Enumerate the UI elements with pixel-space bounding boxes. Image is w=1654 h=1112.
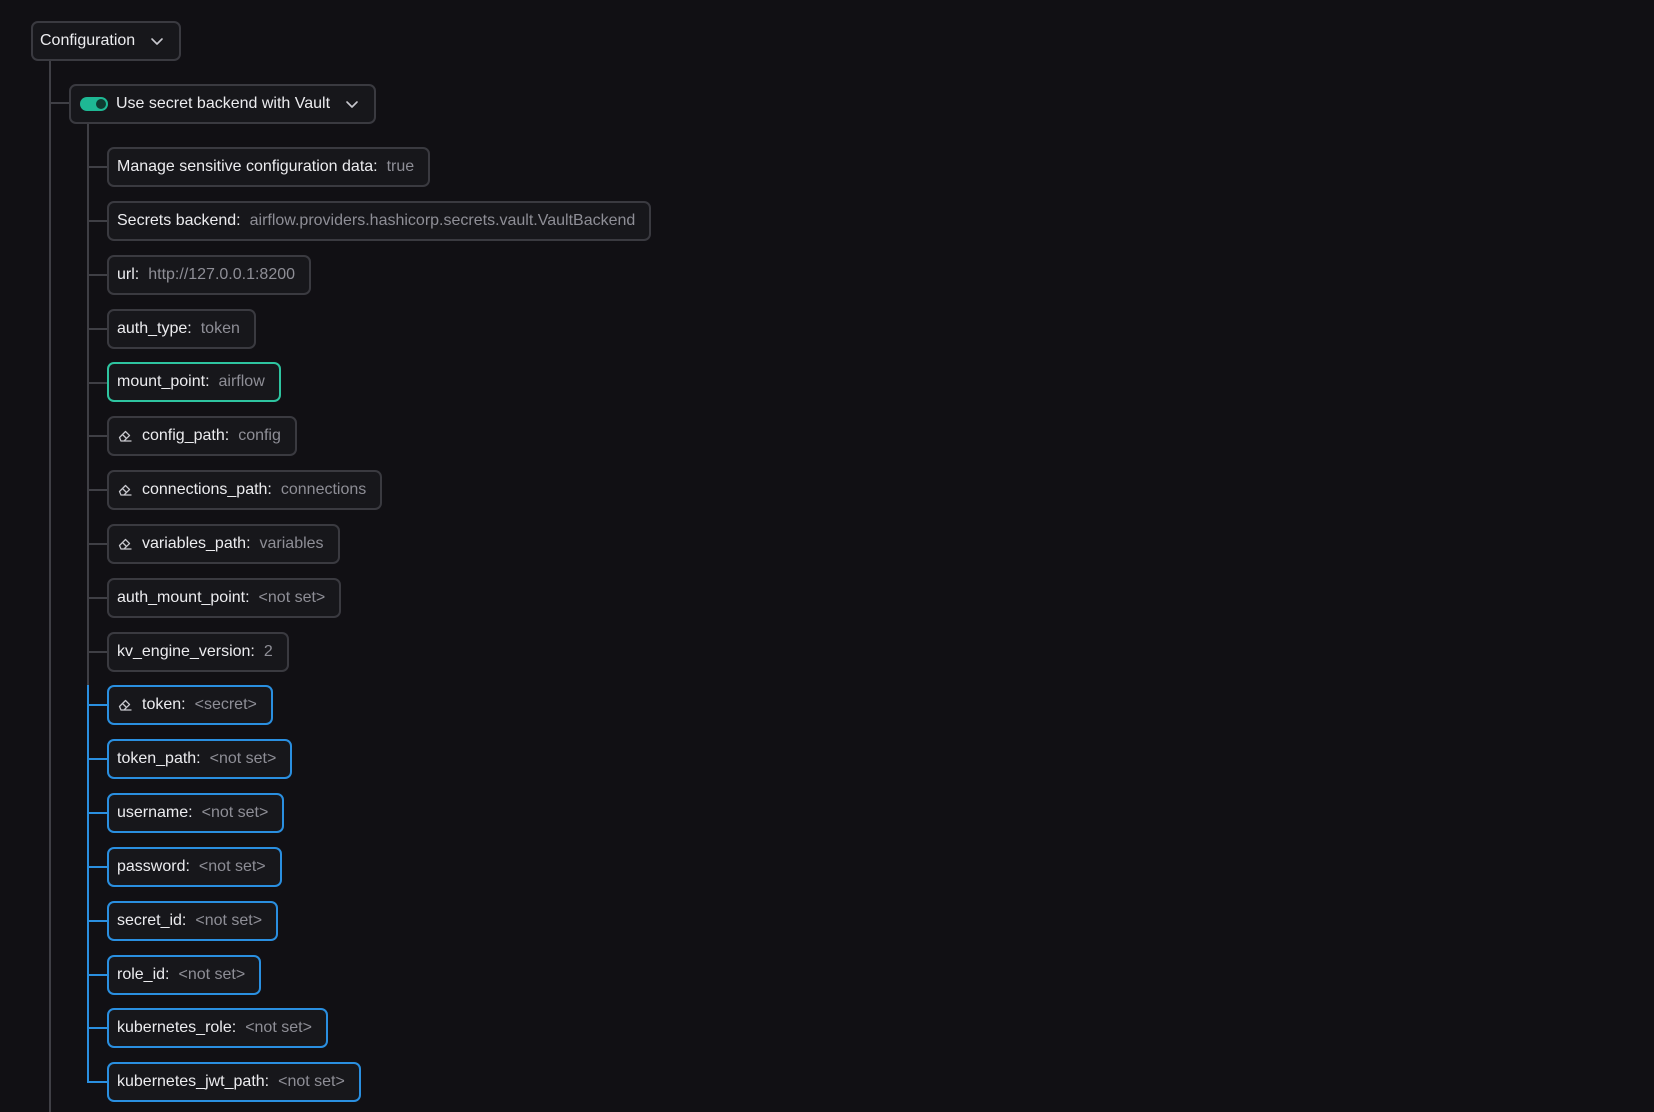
eraser-icon[interactable] [117,482,133,498]
tree-connector-highlight [87,974,107,976]
setting-config-path[interactable]: config_path: config [107,416,297,456]
tree-connector-highlight [87,812,107,814]
setting-label: auth_type: [117,320,192,337]
config-tree: Configuration Use secret backend with Va… [0,0,1654,1112]
tree-connector-highlight [87,704,107,706]
tree-connector-highlight [87,685,89,1082]
setting-role-id[interactable]: role_id: <not set> [107,955,262,995]
setting-label: secret_id: [117,912,187,929]
setting-label: username: [117,804,193,821]
setting-label: kubernetes_role: [117,1019,237,1036]
setting-value: <not set> [201,804,269,821]
setting-value: <not set> [209,750,277,767]
setting-value: airflow.providers.hashicorp.secrets.vaul… [249,212,636,229]
tree-connector-highlight [87,758,107,760]
tree-connector [87,220,107,222]
setting-value: 2 [263,643,273,660]
eraser-icon[interactable] [117,697,133,713]
setting-label: kv_engine_version: [117,643,255,660]
setting-label: auth_mount_point: [117,589,250,606]
setting-auth-type[interactable]: auth_type: token [107,309,256,349]
vault-backend-group[interactable]: Use secret backend with Vault [69,84,377,124]
setting-connections-path[interactable]: connections_path: connections [107,470,383,510]
tree-connector [87,382,107,384]
setting-value: <not set> [258,589,326,606]
configuration-label: Configuration [40,32,136,49]
tree-connector-highlight [87,920,107,922]
setting-auth-mount-point[interactable]: auth_mount_point: <not set> [107,578,342,618]
tree-connector [49,102,69,104]
tree-connector [87,166,107,168]
setting-kubernetes-jwt-path[interactable]: kubernetes_jwt_path: <not set> [107,1062,361,1102]
setting-value: true [386,158,415,175]
setting-value: <not set> [198,858,266,875]
tree-connector [87,597,107,599]
setting-value: airflow [218,373,265,390]
setting-manage-sensitive[interactable]: Manage sensitive configuration data: tru… [107,147,431,187]
setting-value: <not set> [178,966,246,983]
setting-kv-engine-version[interactable]: kv_engine_version: 2 [107,632,289,672]
setting-value: <secret> [194,696,257,713]
setting-value: <not set> [195,912,263,929]
setting-label: token: [142,696,186,713]
setting-value: variables [259,535,324,552]
chevron-down-icon[interactable] [344,96,360,112]
setting-label: password: [117,858,190,875]
setting-label: Secrets backend: [117,212,241,229]
setting-value: <not set> [278,1073,345,1090]
setting-url[interactable]: url: http://127.0.0.1:8200 [107,255,312,295]
setting-label: Manage sensitive configuration data: [117,158,378,175]
setting-label: mount_point: [117,373,210,390]
tree-connector [87,122,89,685]
setting-label: role_id: [117,966,170,983]
setting-label: variables_path: [142,535,251,552]
setting-value: config [238,427,281,444]
setting-label: token_path: [117,750,201,767]
tree-connector-highlight [87,1081,107,1083]
configuration-dropdown[interactable]: Configuration [31,21,182,61]
setting-kubernetes-role[interactable]: kubernetes_role: <not set> [107,1008,328,1048]
setting-username[interactable]: username: <not set> [107,793,285,833]
setting-value: http://127.0.0.1:8200 [148,266,296,283]
tree-connector [49,60,51,1112]
vault-backend-label: Use secret backend with Vault [116,95,331,112]
tree-connector [87,543,107,545]
setting-value: connections [280,481,367,498]
setting-label: config_path: [142,427,230,444]
tree-connector [87,274,107,276]
eraser-icon[interactable] [117,536,133,552]
setting-value: token [200,320,240,337]
chevron-down-icon[interactable] [149,33,165,49]
setting-label: url: [117,266,140,283]
tree-connector [87,435,107,437]
setting-token-path[interactable]: token_path: <not set> [107,739,293,779]
tree-connector [87,489,107,491]
setting-token[interactable]: token: <secret> [107,685,273,725]
setting-label: kubernetes_jwt_path: [117,1073,270,1090]
setting-variables-path[interactable]: variables_path: variables [107,524,340,564]
setting-secret-id[interactable]: secret_id: <not set> [107,901,279,941]
setting-label: connections_path: [142,481,272,498]
vault-backend-toggle[interactable] [80,97,108,111]
tree-connector-highlight [87,866,107,868]
setting-mount-point[interactable]: mount_point: airflow [107,362,281,402]
setting-secrets-backend[interactable]: Secrets backend: airflow.providers.hashi… [107,201,652,241]
tree-connector-highlight [87,1027,107,1029]
eraser-icon[interactable] [117,428,133,444]
tree-connector [87,651,107,653]
setting-password[interactable]: password: <not set> [107,847,282,887]
tree-connector [87,328,107,330]
setting-value: <not set> [245,1019,312,1036]
